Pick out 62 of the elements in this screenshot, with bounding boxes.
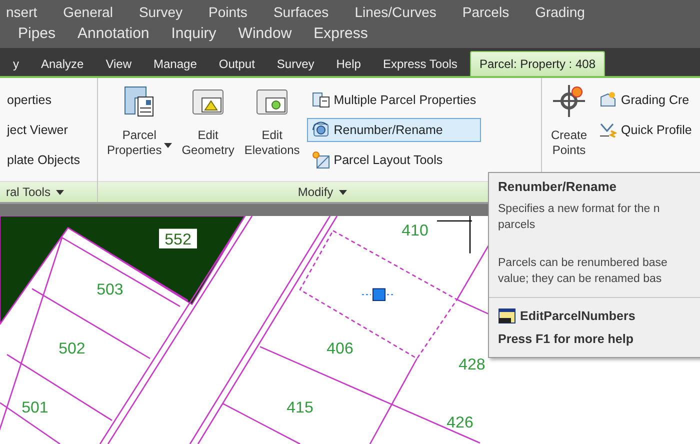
command-name: EditParcelNumbers (520, 309, 636, 323)
parcel-number: 428 (458, 356, 486, 374)
menu-item[interactable]: nsert (6, 4, 38, 20)
ribbon-button[interactable]: Quick Profile (594, 118, 697, 142)
tooltip-text: Parcels can be renumbered base value; they can be renamed bas (498, 256, 668, 287)
ribbon-tab[interactable]: Help (327, 51, 370, 76)
ribbon-button[interactable]: operties (2, 88, 85, 112)
ribbon-button[interactable]: Edit Geometry (178, 82, 238, 181)
menu-item[interactable]: Pipes (18, 26, 56, 42)
parcel-number: 502 (58, 340, 86, 358)
parcel-properties-icon (122, 84, 156, 118)
grip-icon[interactable] (362, 288, 394, 301)
menu-item[interactable]: Lines/Curves (354, 4, 436, 20)
tooltip-text: Specifies a new format for the n parcels (498, 202, 661, 233)
ribbon-tab[interactable]: View (96, 51, 140, 76)
parcel-number: 552 (159, 228, 197, 248)
panel-title: ral Tools (6, 185, 50, 199)
ribbon-button[interactable]: Create Points (548, 82, 590, 181)
parcel-stack-icon (312, 91, 330, 109)
layout-tools-icon (312, 151, 330, 169)
caret-icon (339, 190, 348, 194)
ribbon-button[interactable]: plate Objects (2, 148, 85, 172)
parcel-number: 415 (286, 400, 314, 417)
menu-item[interactable]: Annotation (78, 26, 150, 42)
menu-item[interactable]: Inquiry (171, 26, 216, 42)
ribbon-tab[interactable]: Manage (144, 51, 206, 76)
grading-icon (599, 91, 618, 109)
ribbon-tab[interactable]: y (4, 51, 28, 76)
menu-item[interactable]: Window (238, 26, 292, 42)
create-points-icon (552, 84, 586, 118)
menu-item[interactable]: General (63, 4, 113, 20)
ribbon-button[interactable]: Parcel Properties (104, 82, 175, 181)
menu-item[interactable]: Points (208, 4, 248, 20)
menu-item[interactable]: Grading (535, 4, 585, 20)
tooltip-title: Renumber/Rename (498, 179, 618, 194)
ribbon-button[interactable]: ject Viewer (2, 118, 85, 142)
ribbon-button[interactable]: Multiple Parcel Properties (306, 88, 482, 112)
menu-item[interactable]: Express (314, 26, 368, 42)
ribbon-tab[interactable]: Parcel: Property : 408 (470, 51, 604, 76)
parcel-number: 426 (446, 414, 474, 432)
command-icon (498, 308, 516, 324)
ribbon-tab[interactable]: Survey (268, 51, 324, 76)
panel-title: Modify (298, 185, 334, 199)
renumber-icon (312, 121, 330, 139)
menu-item[interactable]: Survey (138, 4, 183, 20)
parcel-number: 503 (96, 282, 124, 299)
ribbon-button[interactable]: Renumber/Rename (306, 118, 482, 142)
parcel-number: 501 (22, 400, 48, 417)
crosshair-icon (437, 216, 472, 254)
ribbon-tab[interactable]: Output (210, 51, 264, 76)
ribbon-tab[interactable]: Analyze (32, 51, 93, 76)
profile-icon (599, 121, 618, 139)
parcel-number: 406 (326, 340, 354, 358)
ribbon-tab[interactable]: Express Tools (374, 51, 466, 76)
menu-item[interactable]: Parcels (462, 4, 510, 20)
ribbon-button[interactable]: Parcel Layout Tools (306, 148, 482, 172)
help-hint: Press F1 for more help (498, 332, 634, 346)
caret-icon (56, 190, 64, 194)
menu-item[interactable]: Surfaces (273, 4, 329, 20)
ribbon-button[interactable]: Grading Cre (594, 88, 697, 112)
parcel-number: 410 (402, 222, 428, 240)
ribbon-button[interactable]: Edit Elevations (241, 82, 303, 181)
